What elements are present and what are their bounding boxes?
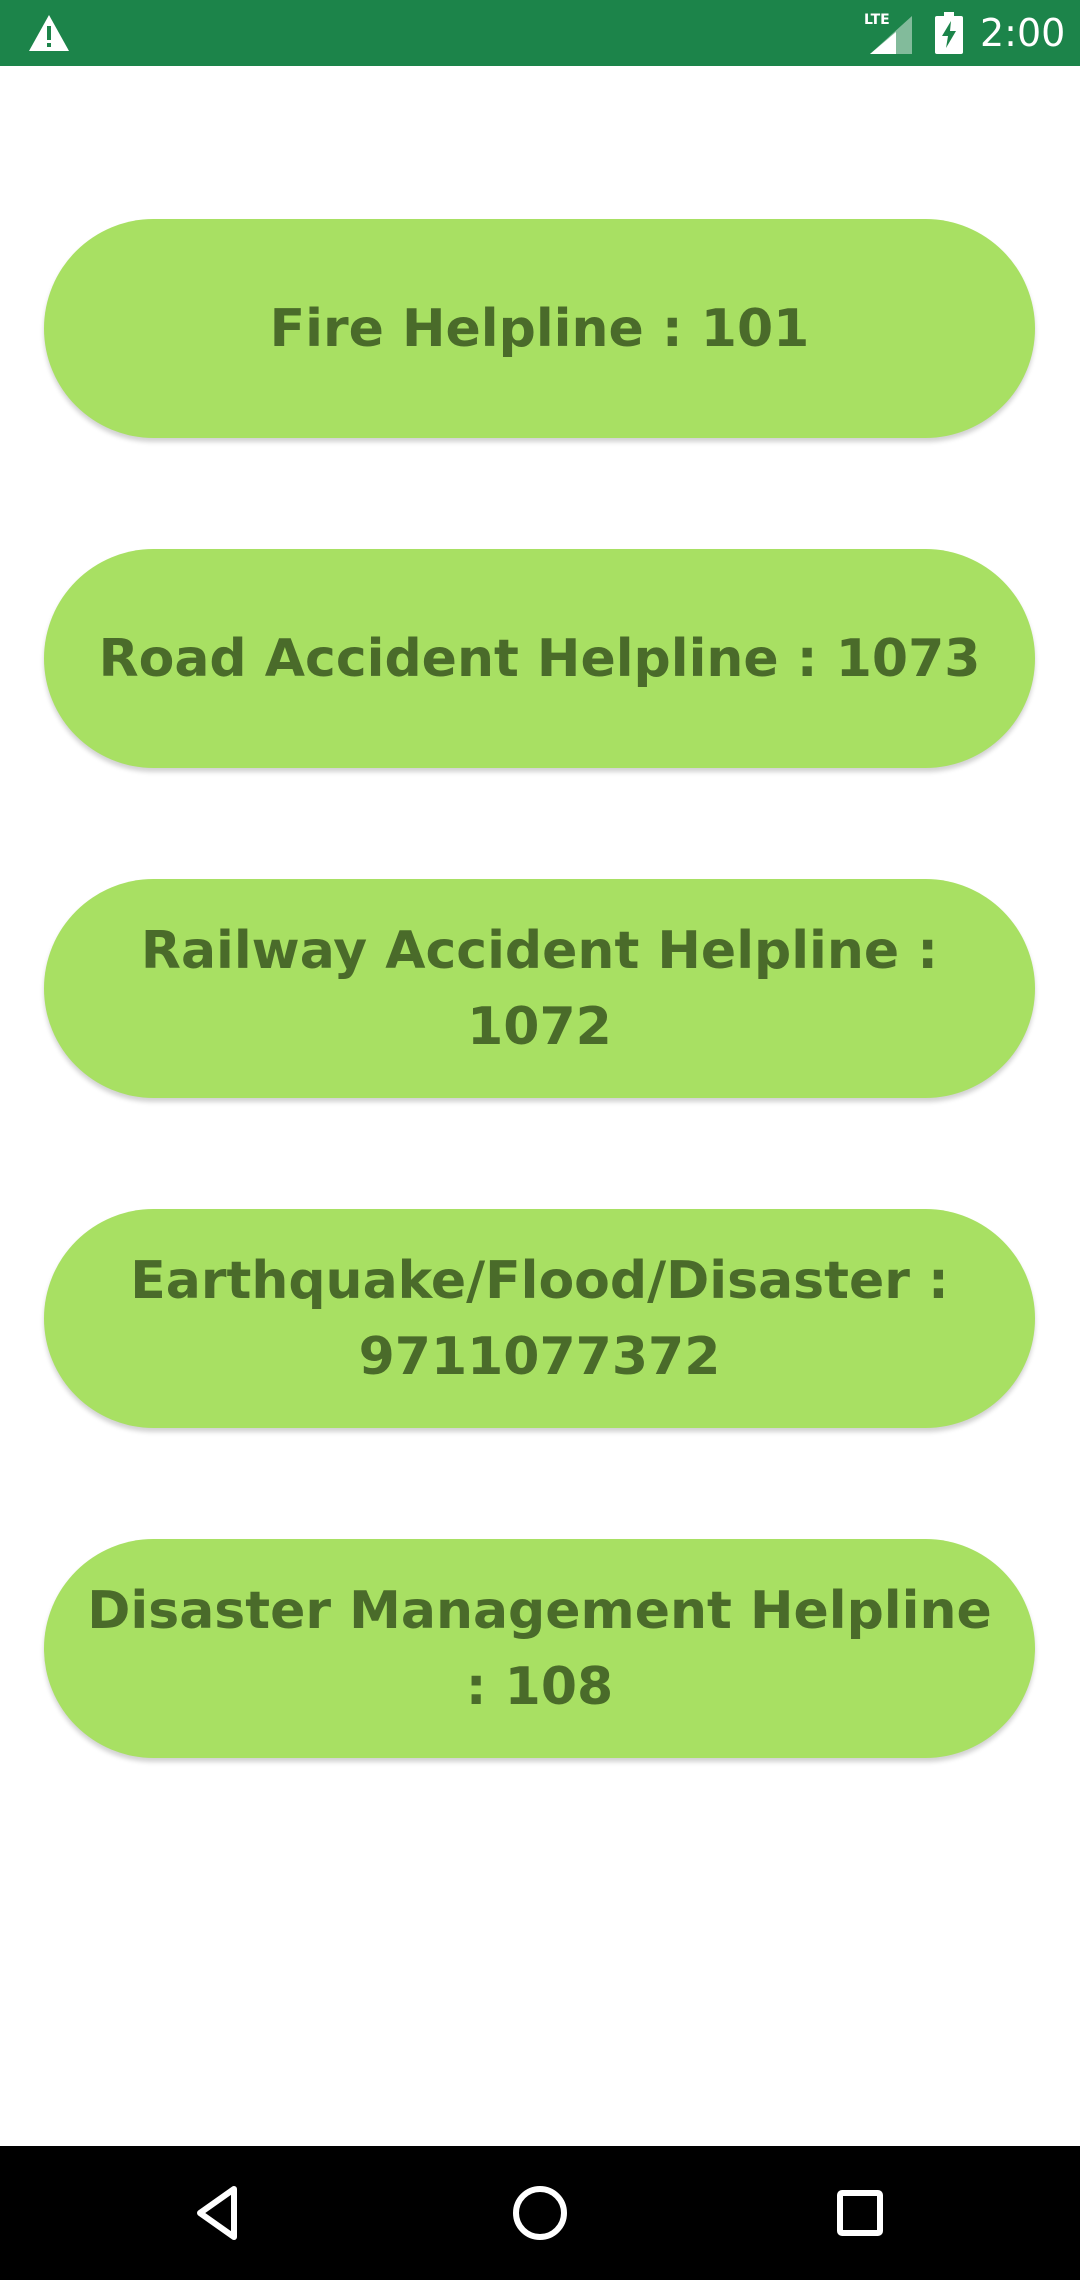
status-bar: LTE 2:00 [0, 0, 1080, 66]
recents-icon[interactable] [828, 2181, 892, 2245]
home-icon[interactable] [508, 2181, 572, 2245]
railway-accident-helpline-button[interactable]: Railway Accident Helpline : 1072 [44, 879, 1035, 1098]
battery-charging-icon [935, 12, 963, 54]
earthquake-flood-disaster-button[interactable]: Earthquake/Flood/Disaster : 9711077372 [44, 1209, 1035, 1428]
alert-icon [29, 15, 69, 51]
lte-signal-icon: LTE [864, 12, 912, 54]
back-icon[interactable] [188, 2181, 252, 2245]
network-type-label: LTE [864, 12, 890, 28]
disaster-management-helpline-button[interactable]: Disaster Management Helpline : 108 [44, 1539, 1035, 1758]
status-time: 2:00 [980, 11, 1066, 55]
road-accident-helpline-button[interactable]: Road Accident Helpline : 1073 [44, 549, 1035, 768]
navigation-bar [0, 2146, 1080, 2280]
helpline-list: Fire Helpline : 101 Road Accident Helpli… [0, 66, 1080, 2146]
fire-helpline-button[interactable]: Fire Helpline : 101 [44, 219, 1035, 438]
